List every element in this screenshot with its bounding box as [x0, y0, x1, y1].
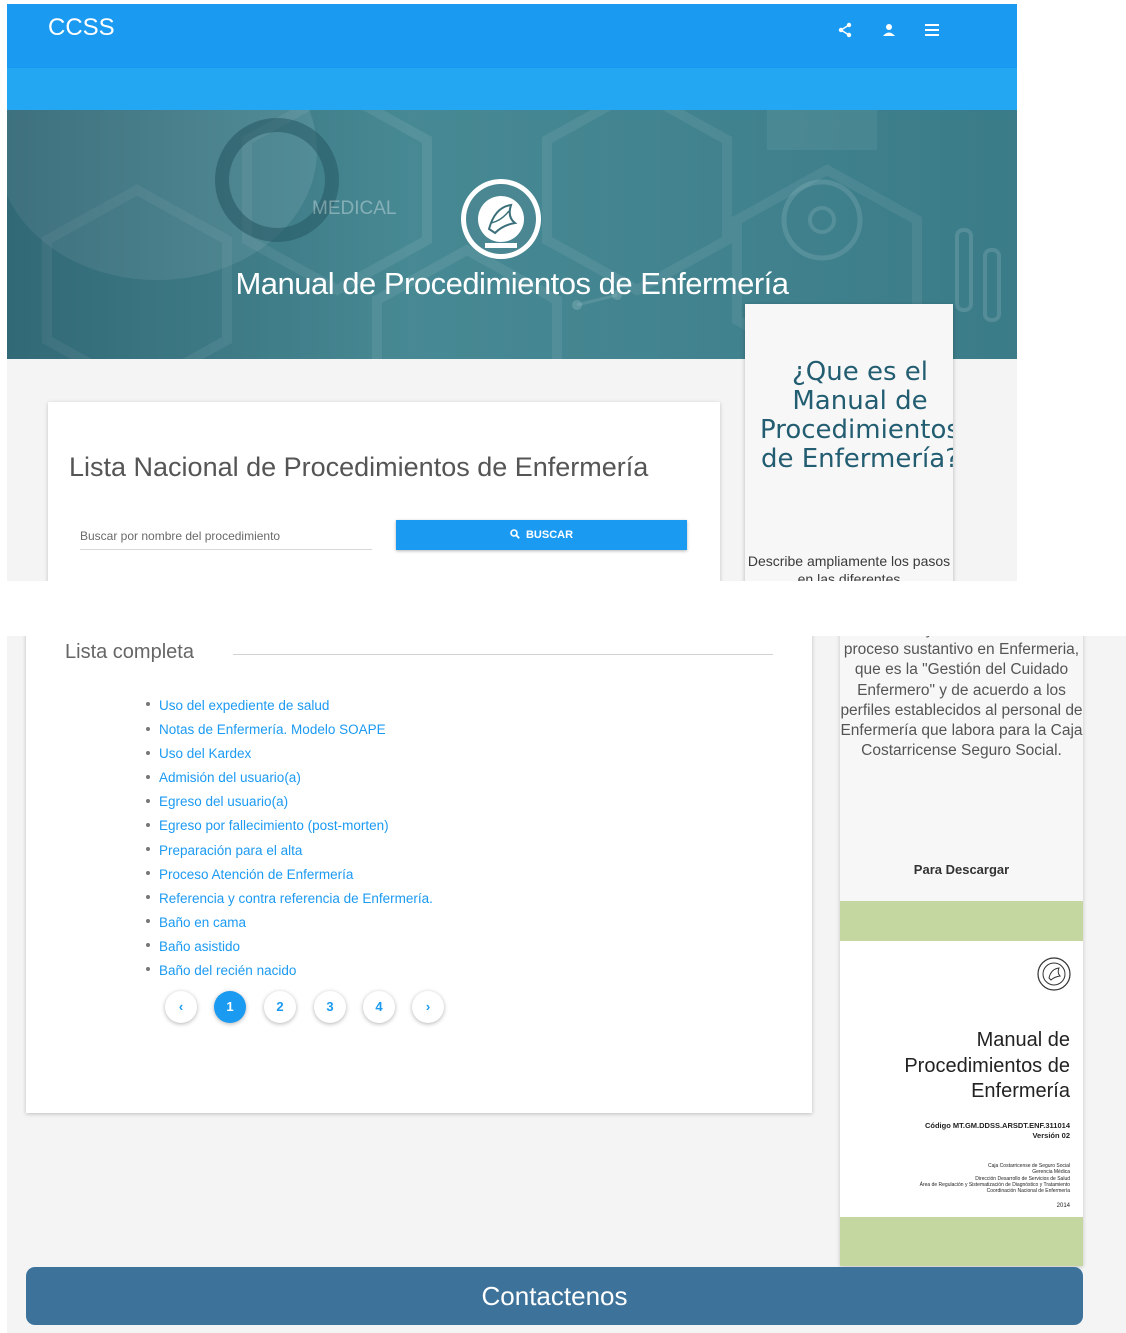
list-item: Notas de Enfermería. Modelo SOAPE [146, 718, 433, 742]
cover-organization: Caja Costarricense de Seguro Social Gere… [850, 1163, 1070, 1194]
bullet-icon [146, 943, 150, 948]
info-card-title: ¿Que es el Manual de Procedimientos de E… [760, 357, 953, 474]
procedure-link[interactable]: Proceso Atención de Enfermería [159, 867, 353, 882]
cover-top-band [840, 901, 1083, 941]
cover-year: 2014 [1056, 1203, 1070, 1209]
bullet-icon [146, 919, 150, 924]
bullet-icon [146, 822, 150, 827]
bullet-icon [146, 750, 150, 755]
list-item: Proceso Atención de Enfermería [146, 863, 433, 887]
list-item: Egreso por fallecimiento (post-morten) [146, 814, 433, 838]
list-title: Lista completa [65, 641, 194, 663]
procedure-link[interactable]: Referencia y contra referencia de Enferm… [159, 891, 433, 906]
list-item: Baño asistido [146, 935, 433, 959]
cover-logo-icon [1037, 957, 1071, 991]
procedure-link[interactable]: Baño asistido [159, 939, 240, 954]
search-button-label: BUSCAR [525, 529, 574, 541]
procedure-list: Uso del expediente de salud Notas de Enf… [146, 694, 433, 983]
page-top-section: CCSS MEDICAL Manual de Procedimientos de… [7, 4, 1017, 581]
procedure-link[interactable]: Uso del Kardex [159, 746, 251, 761]
cover-org-line: Coordinación Nacional de Enfermería [986, 1188, 1070, 1195]
info-card: ¿Que es el Manual de Procedimientos de E… [745, 304, 953, 581]
procedure-link[interactable]: Notas de Enfermería. Modelo SOAPE [159, 722, 386, 737]
pagination-page-4[interactable]: 4 [363, 991, 395, 1023]
search-card-title: Lista Nacional de Procedimientos de Enfe… [69, 452, 649, 482]
download-label: Para Descargar [913, 862, 1010, 877]
bullet-icon [146, 871, 150, 876]
sub-bar [7, 68, 1017, 110]
procedure-link[interactable]: Uso del expediente de salud [159, 698, 329, 713]
menu-icon[interactable] [920, 18, 944, 42]
share-icon[interactable] [833, 18, 857, 42]
search-card: Lista Nacional de Procedimientos de Enfe… [48, 402, 720, 581]
app-bar: CCSS [7, 4, 1017, 68]
search-input[interactable] [80, 523, 372, 550]
pagination-next-button[interactable]: › [412, 991, 444, 1023]
search-icon [510, 529, 520, 539]
cover-bottom-band [840, 1217, 1083, 1266]
procedure-link[interactable]: Preparación para el alta [159, 843, 302, 858]
info-card-continued: actividades y tareas de acuerdo al proce… [840, 636, 1083, 1266]
hero-background-word: MEDICAL [312, 198, 397, 219]
seguro-social-logo [461, 179, 541, 259]
procedure-list-card: Lista completa Uso del expediente de sal… [26, 636, 812, 1113]
procedure-link[interactable]: Baño en cama [159, 915, 246, 930]
list-title-divider [233, 654, 773, 655]
bullet-icon [146, 774, 150, 779]
info-card-snippet: Describe ampliamente los pasos en las di… [747, 553, 951, 581]
list-item: Referencia y contra referencia de Enferm… [146, 887, 433, 911]
search-button[interactable]: BUSCAR [396, 520, 687, 550]
list-item: Egreso del usuario(a) [146, 790, 433, 814]
cover-title: Manual de Procedimientos de Enfermería [904, 1029, 1070, 1102]
cover-code: Código MT.GM.DDSS.ARSDT.ENF.311014 Versi… [850, 1121, 1070, 1141]
pagination-prev-button[interactable]: ‹ [165, 991, 197, 1023]
list-item: Baño del recién nacido [146, 959, 433, 983]
info-card-description: actividades y tareas de acuerdo al proce… [840, 636, 1083, 760]
pagination-page-1[interactable]: 1 [214, 991, 246, 1023]
procedure-link[interactable]: Egreso por fallecimiento (post-morten) [159, 818, 389, 833]
person-icon[interactable] [877, 18, 901, 42]
list-item: Preparación para el alta [146, 839, 433, 863]
bullet-icon [146, 798, 150, 803]
list-item: Baño en cama [146, 911, 433, 935]
hero-title: Manual de Procedimientos de Enfermería [235, 266, 789, 301]
procedure-link[interactable]: Baño del recién nacido [159, 963, 296, 978]
contact-button[interactable]: Contactenos [26, 1267, 1083, 1325]
list-item: Admisión del usuario(a) [146, 766, 433, 790]
bullet-icon [146, 967, 150, 972]
bullet-icon [146, 895, 150, 900]
list-item: Uso del Kardex [146, 742, 433, 766]
list-item: Uso del expediente de salud [146, 694, 433, 718]
bullet-icon [146, 726, 150, 731]
bullet-icon [146, 847, 150, 851]
manual-cover-download[interactable]: Manual de Procedimientos de Enfermería C… [840, 901, 1083, 1266]
brand-title[interactable]: CCSS [48, 14, 115, 42]
procedure-link[interactable]: Egreso del usuario(a) [159, 794, 288, 809]
pagination-page-3[interactable]: 3 [314, 991, 346, 1023]
pagination-page-2[interactable]: 2 [264, 991, 296, 1023]
cover-version: Versión 02 [1032, 1131, 1070, 1140]
bullet-icon [146, 702, 150, 707]
page-bottom-section: Lista completa Uso del expediente de sal… [7, 636, 1126, 1333]
cover-code-line: Código MT.GM.DDSS.ARSDT.ENF.311014 [924, 1121, 1070, 1130]
procedure-link[interactable]: Admisión del usuario(a) [159, 770, 301, 785]
